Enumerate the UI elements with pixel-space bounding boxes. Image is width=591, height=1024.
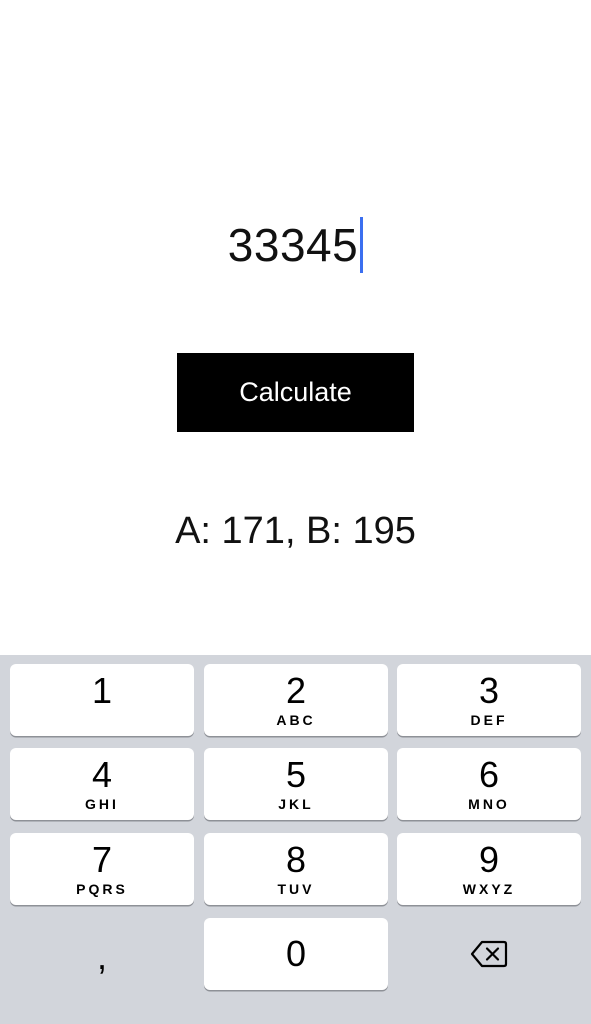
key-2[interactable]: 2 ABC (204, 664, 388, 736)
text-caret (360, 217, 364, 273)
numeric-keypad: 1 2 ABC 3 DEF 4 GHI 5 JKL 6 MNO 7 PQRS 8… (0, 655, 591, 1024)
key-digit: 8 (285, 839, 307, 880)
key-letters: JKL (278, 796, 314, 812)
key-5[interactable]: 5 JKL (204, 748, 388, 820)
key-letters: DEF (470, 712, 508, 728)
key-digit: 5 (285, 754, 307, 795)
key-comma[interactable]: , (10, 918, 194, 990)
key-letters: MNO (468, 796, 510, 812)
key-digit: 0 (285, 933, 307, 974)
key-0[interactable]: 0 (204, 918, 388, 990)
number-input[interactable]: 33345 (0, 212, 591, 278)
delete-backward-icon (470, 940, 508, 968)
key-1[interactable]: 1 (10, 664, 194, 736)
key-4[interactable]: 4 GHI (10, 748, 194, 820)
key-digit: 3 (478, 670, 500, 711)
key-backspace[interactable] (397, 918, 581, 990)
key-digit: 1 (91, 670, 113, 711)
key-letters: WXYZ (462, 881, 516, 897)
key-7[interactable]: 7 PQRS (10, 833, 194, 905)
key-letters: TUV (277, 881, 315, 897)
key-digit: 6 (478, 754, 500, 795)
key-letters: PQRS (76, 881, 128, 897)
key-letters: ABC (276, 712, 316, 728)
key-9[interactable]: 9 WXYZ (397, 833, 581, 905)
key-digit: 2 (285, 670, 307, 711)
key-digit: 7 (91, 839, 113, 880)
key-digit: 4 (91, 754, 113, 795)
result-text: A: 171, B: 195 (175, 510, 416, 552)
key-digit: 9 (478, 839, 500, 880)
key-6[interactable]: 6 MNO (397, 748, 581, 820)
key-3[interactable]: 3 DEF (397, 664, 581, 736)
calculate-button[interactable]: Calculate (177, 353, 414, 432)
input-value: 33345 (227, 219, 359, 271)
key-8[interactable]: 8 TUV (204, 833, 388, 905)
app-screen: 33345 Calculate A: 171, B: 195 (0, 0, 591, 655)
comma-label: , (96, 936, 107, 977)
key-letters: GHI (85, 796, 119, 812)
